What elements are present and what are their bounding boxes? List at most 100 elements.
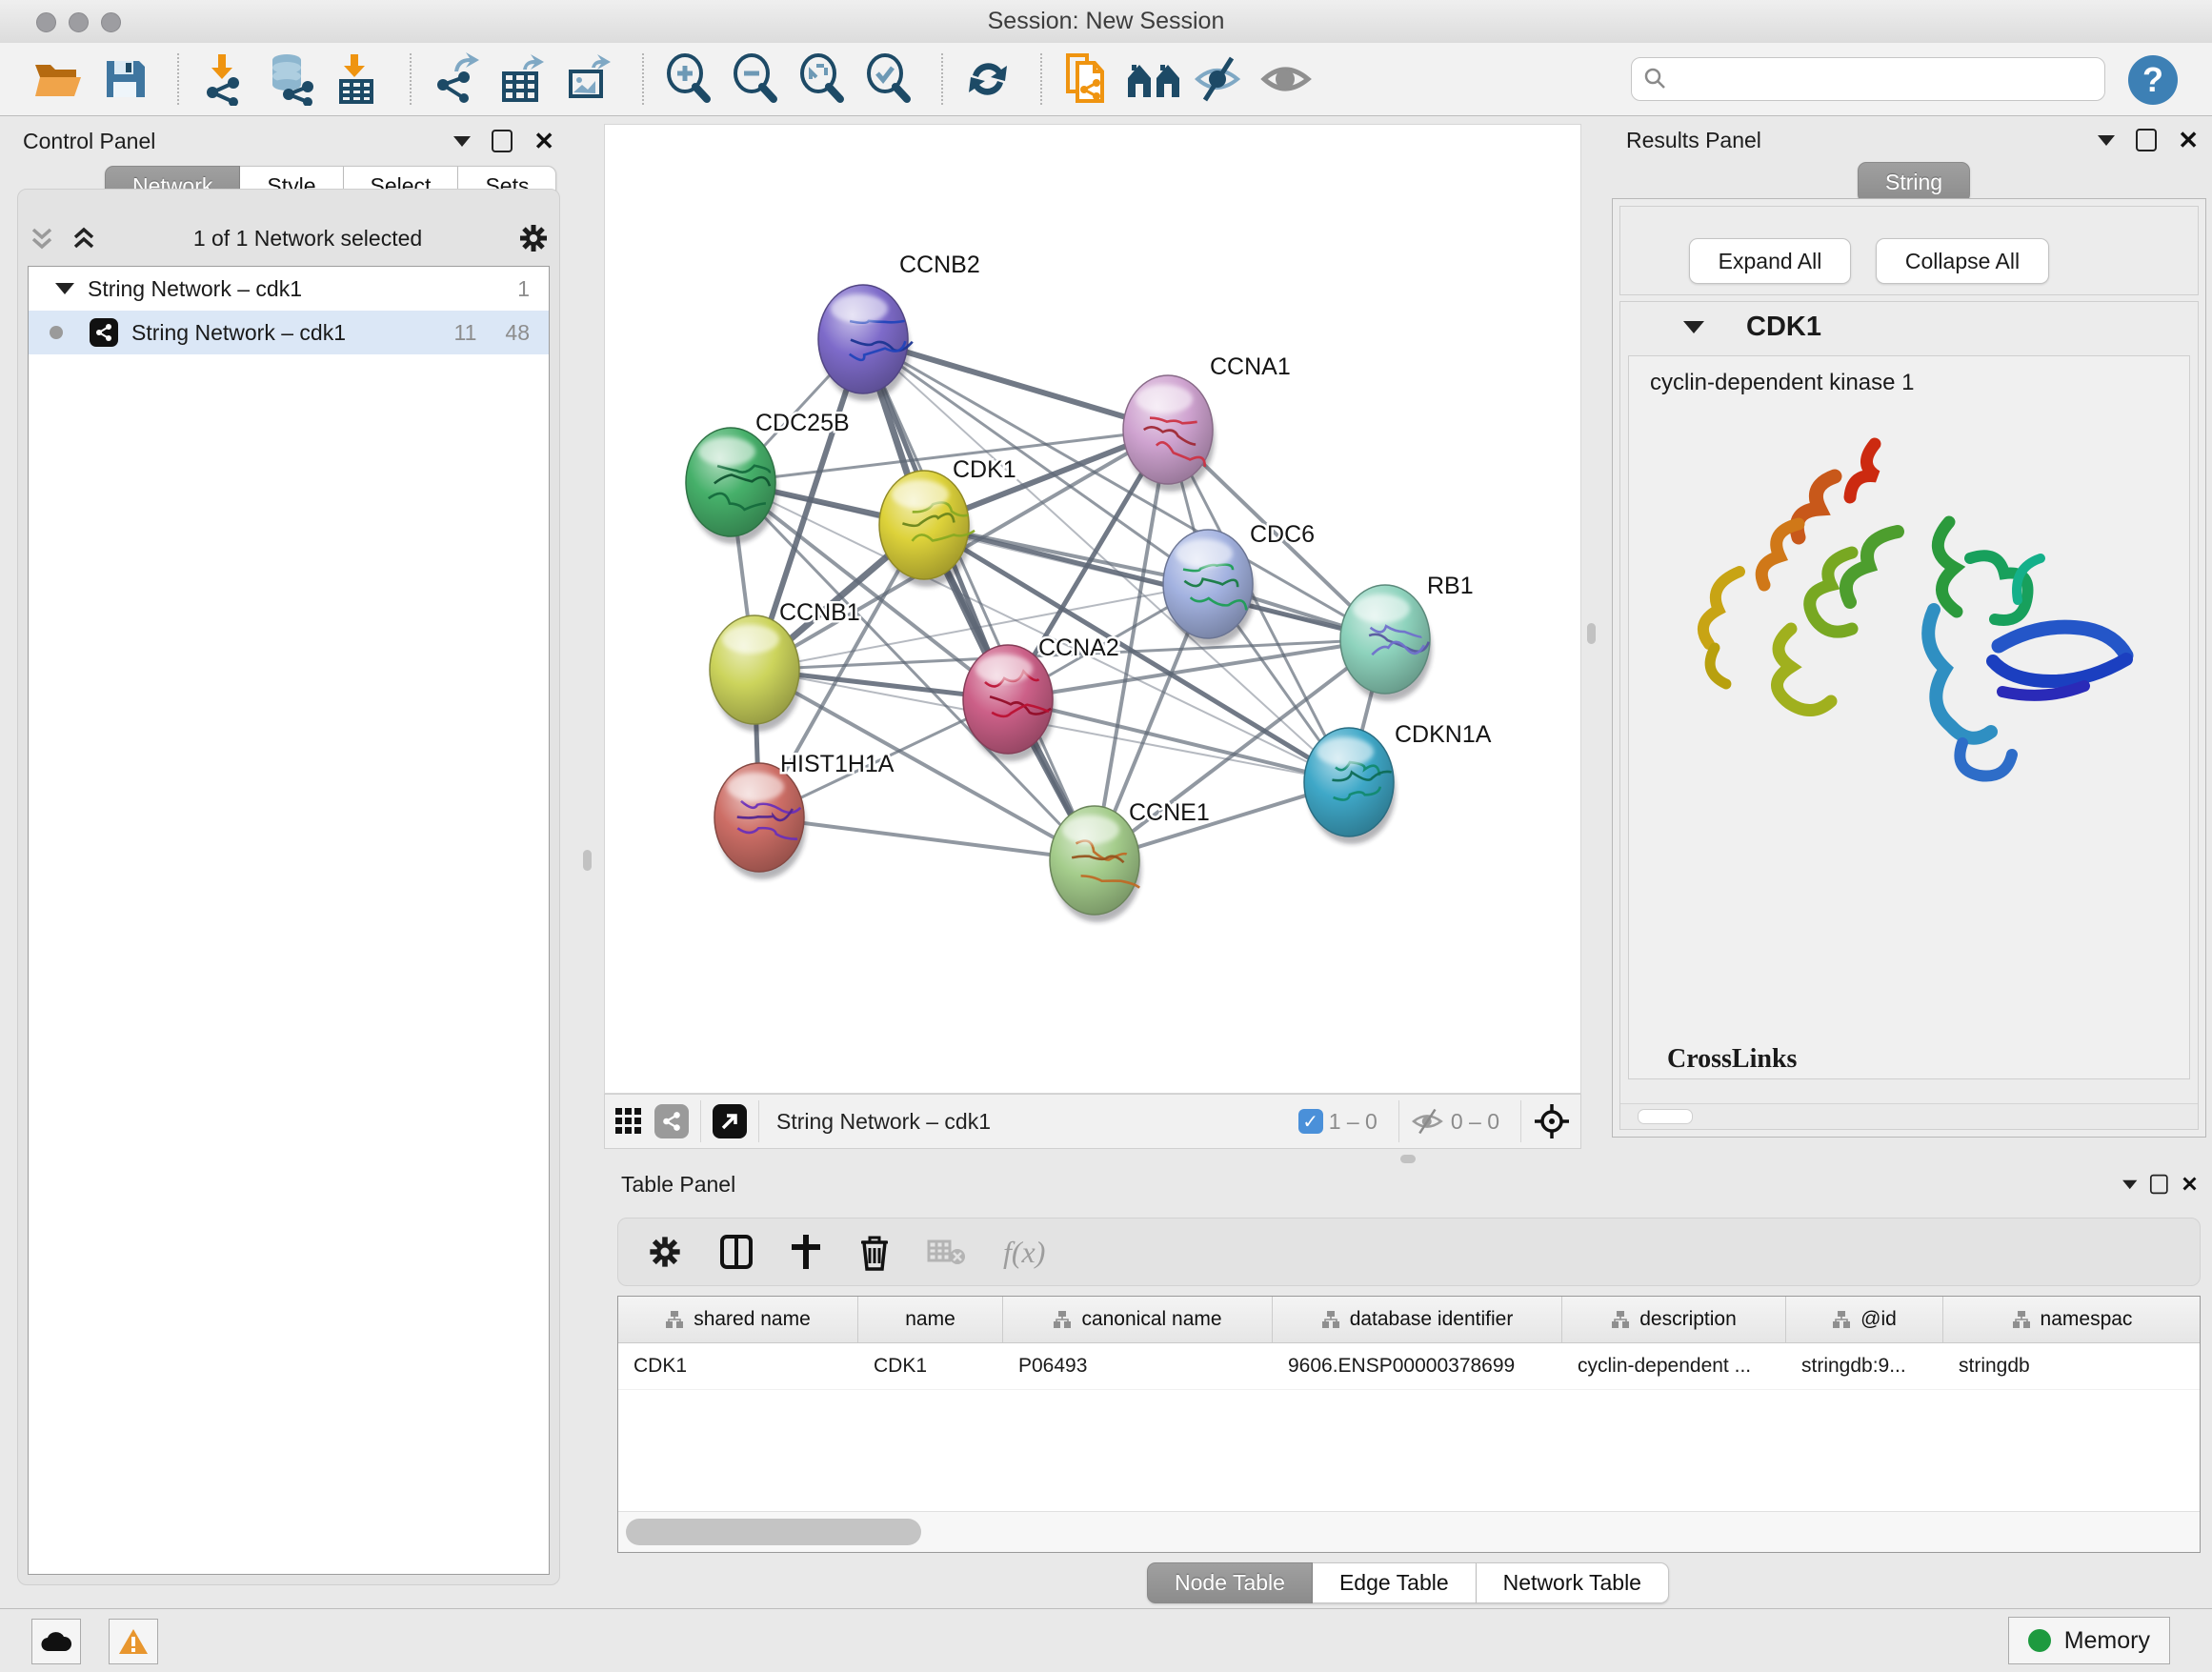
node-label: CDK1 — [953, 456, 1016, 483]
collapse-all-button[interactable]: Collapse All — [1876, 238, 2049, 284]
column-header-description[interactable]: description — [1562, 1297, 1786, 1342]
node-label: CDKN1A — [1395, 721, 1492, 748]
gene-collapse-icon[interactable] — [1683, 321, 1704, 333]
protein-structure-image — [1648, 410, 2182, 819]
right-splitter-handle[interactable] — [1587, 623, 1596, 644]
column-header-name[interactable]: name — [858, 1297, 1003, 1342]
gene-symbol: CDK1 — [1746, 312, 1821, 343]
network-node-cdkn1a[interactable]: CDKN1A — [1304, 721, 1492, 844]
network-node-rb1[interactable]: RB1 — [1340, 573, 1474, 701]
zoom-in-icon[interactable] — [659, 51, 718, 107]
save-session-icon[interactable] — [95, 51, 154, 107]
table-cell[interactable]: stringdb:9... — [1786, 1343, 1943, 1389]
close-panel-icon[interactable]: ✕ — [2178, 131, 2199, 150]
network-options-gear-icon[interactable] — [517, 222, 550, 254]
network-birdseye-toggle-icon[interactable] — [654, 1104, 689, 1138]
open-session-icon[interactable] — [29, 51, 88, 107]
network-canvas[interactable]: CCNB2 CCNA1 CDC25B CDK1 CDC6RB1 CCNB1 CCNA2 CDK… — [604, 124, 1581, 1094]
expand-all-button[interactable]: Expand All — [1689, 238, 1851, 284]
table-options-gear-icon[interactable] — [647, 1234, 683, 1270]
toolbar-search[interactable] — [1631, 57, 2105, 101]
float-panel-icon[interactable] — [2122, 1179, 2137, 1188]
table-cell[interactable]: stringdb — [1943, 1343, 2201, 1389]
refresh-icon[interactable] — [958, 51, 1017, 107]
network-node-cdc25b[interactable]: CDC25B — [686, 410, 850, 544]
network-collection-row[interactable]: String Network – cdk1 1 — [29, 267, 549, 311]
detach-view-icon[interactable] — [713, 1104, 747, 1138]
delete-column-icon[interactable] — [858, 1233, 891, 1271]
maximize-panel-icon[interactable] — [2150, 1175, 2168, 1194]
help-icon[interactable]: ? — [2128, 55, 2178, 105]
export-table-icon[interactable] — [493, 51, 553, 107]
cloud-status-button[interactable] — [31, 1619, 81, 1664]
zoom-out-icon[interactable] — [726, 51, 785, 107]
network-node-ccnb2[interactable]: CCNB2 — [818, 252, 980, 401]
column-header-shared-name[interactable]: shared name — [618, 1297, 858, 1342]
show-all-icon[interactable] — [1257, 51, 1317, 107]
column-header-canonical-name[interactable]: canonical name — [1003, 1297, 1273, 1342]
network-row[interactable]: String Network – cdk1 11 48 — [29, 311, 549, 354]
table-horizontal-scrollbar[interactable] — [618, 1511, 2200, 1552]
network-node-ccna1[interactable]: CCNA1 — [1123, 353, 1291, 492]
clone-network-icon[interactable] — [1057, 51, 1116, 107]
import-network-database-icon[interactable] — [261, 51, 320, 107]
selected-indicator-checkbox[interactable]: ✓ — [1298, 1109, 1323, 1134]
function-builder-icon: f(x) — [1003, 1235, 1045, 1270]
results-scrollbar[interactable] — [1620, 1103, 2198, 1129]
close-panel-icon[interactable]: ✕ — [2181, 1177, 2199, 1193]
tab-string[interactable]: String — [1858, 162, 1970, 203]
warnings-button[interactable] — [109, 1619, 158, 1664]
table-row[interactable]: CDK1CDK1P064939606.ENSP00000378699cyclin… — [618, 1343, 2200, 1390]
fit-content-crosshair-icon[interactable] — [1533, 1102, 1571, 1140]
table-cell[interactable]: P06493 — [1003, 1343, 1273, 1389]
import-table-file-icon[interactable] — [328, 51, 387, 107]
float-panel-icon[interactable] — [453, 136, 471, 147]
export-network-icon[interactable] — [427, 51, 486, 107]
column-header-@id[interactable]: @id — [1786, 1297, 1943, 1342]
import-network-file-icon[interactable] — [194, 51, 253, 107]
network-edge[interactable] — [863, 339, 1095, 860]
maximize-panel-icon[interactable] — [2136, 129, 2157, 151]
node-table[interactable]: shared namenamecanonical namedatabase id… — [617, 1296, 2201, 1553]
column-header-database-identifier[interactable]: database identifier — [1273, 1297, 1562, 1342]
table-cell[interactable]: CDK1 — [858, 1343, 1003, 1389]
float-panel-icon[interactable] — [2098, 135, 2115, 146]
show-columns-icon[interactable] — [719, 1234, 754, 1270]
create-column-icon[interactable] — [790, 1233, 822, 1271]
window-title: Session: New Session — [0, 8, 2212, 35]
table-cell[interactable]: CDK1 — [618, 1343, 858, 1389]
selected-nodes-edges-count: 1 – 0 — [1329, 1109, 1377, 1135]
network-edge[interactable] — [924, 525, 1385, 639]
table-cell[interactable]: cyclin-dependent ... — [1562, 1343, 1786, 1389]
network-node-cdc6[interactable]: CDC6 — [1163, 521, 1315, 646]
search-input[interactable] — [1668, 66, 2072, 92]
collection-expand-icon[interactable] — [55, 283, 74, 294]
table-cell[interactable]: 9606.ENSP00000378699 — [1273, 1343, 1562, 1389]
memory-button[interactable]: Memory — [2008, 1617, 2170, 1664]
network-node-hist1h1a[interactable]: HIST1H1A — [714, 751, 895, 879]
node-label: CCNB1 — [779, 599, 860, 626]
expand-all-networks-icon[interactable] — [70, 224, 98, 252]
collapse-all-networks-icon[interactable] — [28, 224, 56, 252]
export-image-icon[interactable] — [560, 51, 619, 107]
network-edge[interactable] — [759, 817, 1095, 860]
column-header-namespac[interactable]: namespac — [1943, 1297, 2201, 1342]
horizontal-splitter-handle[interactable] — [1400, 1155, 1416, 1163]
crosslinks-block: CrossLinks Uniprot:P06493GeneCard:P06493… — [1667, 1044, 2104, 1079]
column-source-icon — [1832, 1310, 1851, 1329]
tab-edge-table[interactable]: Edge Table — [1313, 1562, 1477, 1603]
network-view-toolbar: String Network – cdk1 ✓ 1 – 0 0 – 0 — [604, 1094, 1581, 1149]
close-panel-icon[interactable]: ✕ — [533, 131, 554, 151]
hide-selected-icon[interactable] — [1191, 51, 1250, 107]
tab-network-table[interactable]: Network Table — [1477, 1562, 1669, 1603]
show-grid-icon[interactable] — [614, 1107, 643, 1136]
left-splitter-handle[interactable] — [583, 850, 592, 871]
zoom-selected-icon[interactable] — [859, 51, 918, 107]
network-node-ccne1[interactable]: CCNE1 — [1050, 799, 1210, 922]
table-tabs: Node TableEdge TableNetwork Table — [604, 1562, 2212, 1603]
zoom-fit-icon[interactable] — [793, 51, 852, 107]
tab-node-table[interactable]: Node Table — [1147, 1562, 1313, 1603]
first-neighbors-icon[interactable] — [1124, 51, 1183, 107]
network-node-ccna2[interactable]: CCNA2 — [963, 635, 1119, 761]
maximize-panel-icon[interactable] — [492, 130, 513, 152]
